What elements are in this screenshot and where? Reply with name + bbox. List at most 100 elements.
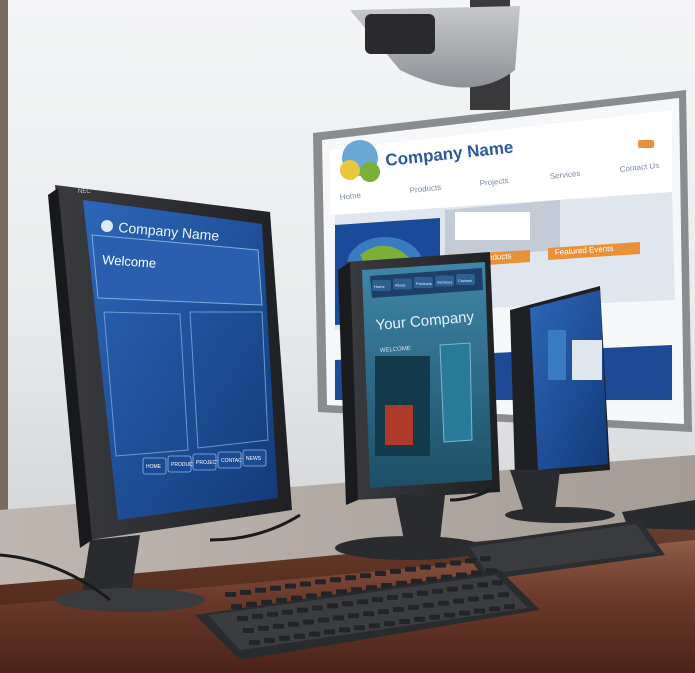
keyboard-key bbox=[327, 603, 338, 609]
keyboard-key bbox=[381, 583, 392, 588]
left-monitor-make: NEC bbox=[78, 189, 91, 195]
keyboard-key bbox=[306, 593, 317, 599]
keyboard-key bbox=[447, 586, 458, 592]
office-scene: Company Name Home Products Projects Service… bbox=[0, 0, 695, 673]
ceiling-projector bbox=[350, 0, 520, 110]
keyboard-key bbox=[456, 572, 467, 578]
keyboard-key bbox=[465, 558, 476, 564]
middle-monitor-tab: Products bbox=[416, 281, 432, 286]
keyboard-key bbox=[393, 607, 404, 612]
keyboard-key bbox=[264, 637, 275, 643]
keyboard-key bbox=[384, 621, 395, 627]
keyboard-key bbox=[318, 617, 329, 623]
keyboard-key bbox=[480, 556, 491, 562]
left-monitor-nav-button: HOME bbox=[146, 464, 162, 470]
keyboard-key bbox=[363, 611, 374, 617]
keyboard-key bbox=[408, 604, 419, 610]
keyboard-key bbox=[390, 568, 401, 574]
keyboard-key bbox=[372, 597, 383, 603]
keyboard-key bbox=[444, 612, 455, 618]
keyboard-key bbox=[291, 595, 302, 601]
keyboard-key bbox=[315, 579, 326, 585]
middle-monitor-tab: Services bbox=[437, 280, 452, 285]
keyboard-key bbox=[243, 628, 254, 633]
keyboard-key bbox=[417, 590, 428, 596]
keyboard-key bbox=[255, 587, 266, 593]
keyboard-key bbox=[312, 605, 323, 611]
keyboard-key bbox=[342, 601, 353, 607]
keyboard-key bbox=[231, 604, 242, 609]
keyboard-key bbox=[351, 587, 362, 593]
keyboard-key bbox=[261, 599, 272, 605]
keyboard-key bbox=[471, 570, 482, 576]
keyboard-key bbox=[297, 607, 308, 613]
keyboard-key bbox=[432, 588, 443, 594]
keyboard-key bbox=[396, 580, 407, 586]
keyboard-key bbox=[246, 601, 257, 607]
keyboard-key bbox=[339, 627, 350, 633]
left-monitor-nav-button: CONTACT bbox=[221, 458, 245, 464]
keyboard-key bbox=[366, 585, 377, 591]
keyboard-key bbox=[450, 560, 461, 566]
keyboard-key bbox=[330, 577, 341, 583]
keyboard-key bbox=[360, 573, 371, 579]
keyboard-key bbox=[492, 580, 503, 586]
keyboard-key bbox=[345, 575, 356, 581]
keyboard-key bbox=[414, 616, 425, 622]
keyboard-key bbox=[423, 602, 434, 608]
keyboard-key bbox=[357, 599, 368, 605]
keyboard-key bbox=[276, 597, 287, 603]
left-monitor-nav-button: NEWS bbox=[246, 456, 262, 462]
keyboard-key bbox=[405, 566, 416, 572]
keyboard-key bbox=[375, 571, 386, 576]
keyboard-key bbox=[483, 594, 494, 600]
keyboard-key bbox=[300, 581, 311, 587]
keyboard-key bbox=[336, 589, 347, 595]
keyboard-key bbox=[285, 583, 296, 589]
keyboard-key bbox=[420, 564, 431, 570]
middle-monitor-tab: Home bbox=[374, 284, 385, 289]
keyboard-key bbox=[402, 592, 413, 598]
keyboard-key bbox=[333, 615, 344, 621]
keyboard-key bbox=[282, 609, 293, 615]
keyboard-key bbox=[474, 608, 485, 614]
scene-svg: Company Name HomeProductsProjectsService… bbox=[0, 0, 695, 673]
middle-monitor-tab: About bbox=[395, 283, 406, 288]
keyboard-key bbox=[411, 578, 422, 584]
keyboard-key bbox=[462, 584, 473, 590]
keyboard-key bbox=[426, 576, 437, 582]
keyboard-key bbox=[252, 613, 263, 619]
keyboard-key bbox=[387, 595, 398, 600]
keyboard-key bbox=[324, 629, 335, 635]
keyboard-key bbox=[435, 562, 446, 568]
keyboard-key bbox=[468, 596, 479, 602]
keyboard-key bbox=[498, 592, 509, 598]
keyboard-key bbox=[489, 606, 500, 612]
keyboard-key bbox=[273, 623, 284, 629]
keyboard-key bbox=[378, 609, 389, 615]
keyboard-key bbox=[486, 568, 497, 574]
keyboard-key bbox=[429, 614, 440, 620]
keyboard-key bbox=[240, 589, 251, 595]
keyboard-key bbox=[348, 613, 359, 619]
keyboard-key bbox=[438, 600, 449, 606]
keyboard-key bbox=[267, 611, 278, 617]
wall-edge bbox=[0, 0, 8, 560]
keyboard-key bbox=[369, 623, 380, 629]
keyboard-key bbox=[453, 598, 464, 604]
keyboard-key bbox=[504, 604, 515, 610]
keyboard-key bbox=[258, 625, 269, 631]
keyboard-key bbox=[279, 635, 290, 641]
keyboard-key bbox=[354, 625, 365, 631]
keyboard-key bbox=[237, 616, 248, 621]
middle-monitor-tab: Contact bbox=[458, 278, 473, 283]
keyboard-key bbox=[459, 610, 470, 616]
keyboard-key bbox=[288, 621, 299, 627]
keyboard-key bbox=[309, 631, 320, 637]
keyboard-key bbox=[249, 640, 260, 645]
keyboard-key bbox=[225, 592, 236, 597]
keyboard-key bbox=[294, 633, 305, 639]
keyboard-key bbox=[270, 585, 281, 591]
keyboard-key bbox=[441, 574, 452, 580]
keyboard-key bbox=[321, 591, 332, 597]
